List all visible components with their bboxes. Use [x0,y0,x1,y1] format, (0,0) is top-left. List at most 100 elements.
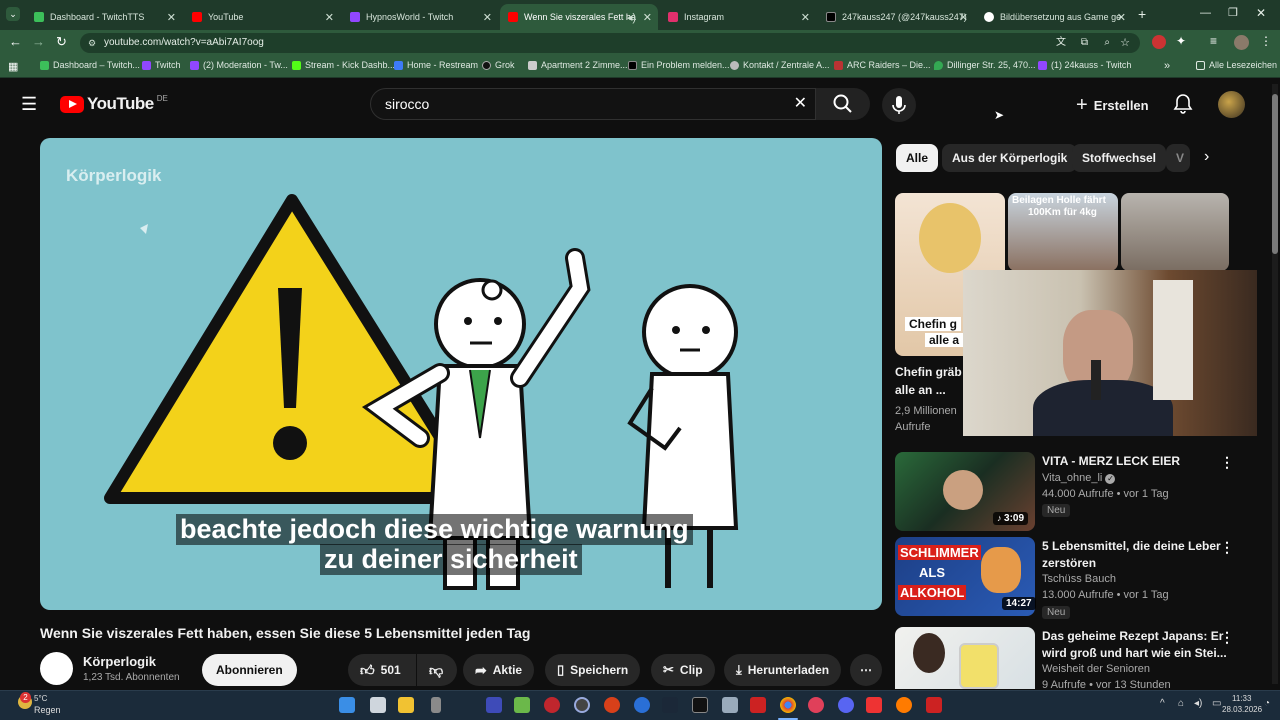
rec-title[interactable]: VITA - MERZ LECK EIER [1042,453,1180,469]
page-scrollbar[interactable] [1272,84,1278,684]
bookmark-item[interactable]: Home - Restream [394,60,478,70]
bookmark-item[interactable]: Apartment 2 Zimme... [528,60,628,70]
chip-aus-der-koerperlogik[interactable]: Aus der Körperlogik [942,144,1078,172]
tab-youtube[interactable]: YouTube ✕ [184,4,340,30]
mouse-app-icon[interactable] [431,697,441,713]
tab-close-icon[interactable]: ✕ [483,11,492,24]
create-button[interactable]: + Erstellen [1076,94,1149,117]
rec-title[interactable]: zerstören [1042,555,1096,571]
file-explorer-icon[interactable] [398,697,414,713]
volume-icon[interactable]: ◂) [1194,698,1202,709]
bookmark-item[interactable]: (1) 24kauss - Twitch [1038,60,1131,70]
account-avatar[interactable] [1218,91,1245,118]
chrome-icon[interactable] [780,697,796,713]
bookmark-star-icon[interactable]: ☆ [1120,33,1130,53]
rec-channel[interactable]: Vita_ohne_li ✓ [1042,472,1116,484]
chip-more[interactable]: V [1166,144,1190,172]
tab-instagram[interactable]: Instagram ✕ [660,4,816,30]
app-icon[interactable] [544,697,560,713]
app-icon[interactable] [750,697,766,713]
hamburger-menu-icon[interactable]: ☰ [21,94,37,115]
rec-title[interactable]: alle an ... [895,382,946,398]
rec-thumbnail[interactable] [1121,193,1229,271]
channel-name[interactable]: Körperlogik [83,654,156,669]
rec-thumbnail[interactable] [895,627,1035,689]
forward-arrow-icon[interactable]: → [32,34,45,49]
tab-tiktok[interactable]: 247kauss247 (@247kauss247) ✕ [818,4,974,30]
share-button[interactable]: ➦ Aktie [463,654,535,686]
notifications-bell-icon[interactable] [1172,92,1194,119]
steam-icon[interactable] [662,697,678,713]
close-window-icon[interactable]: ✕ [1256,6,1266,20]
reload-icon[interactable]: ↻ [56,34,67,50]
youtube-logo[interactable]: YouTube DE [60,94,168,114]
tab-close-icon[interactable]: ✕ [801,11,810,24]
rec-thumbnail[interactable]: Beilagen Holle fährt 100Km für 4kg [1008,193,1118,271]
restore-window-icon[interactable]: ❐ [1228,6,1238,19]
new-tab-plus-icon[interactable]: + [1138,6,1146,22]
tab-dashboard-twitchtts[interactable]: Dashboard - TwitchTTS ✕ [26,4,182,30]
bookmark-item[interactable]: ARC Raiders – Die... [834,60,931,70]
dislike-button[interactable]: 👎︎ [417,654,457,686]
app-icon[interactable] [926,697,942,713]
scrollbar-thumb[interactable] [1272,94,1278,254]
system-tray-chevron-icon[interactable]: ^ [1160,698,1165,709]
all-bookmarks-button[interactable]: Alle Lesezeichen [1196,60,1277,70]
firefox-icon[interactable] [896,697,912,713]
rec-menu-icon[interactable]: ⋮ [1220,539,1234,556]
task-view-icon[interactable] [370,697,386,713]
bookmark-item[interactable]: Twitch [142,60,181,70]
bookmark-item[interactable]: Grok [482,60,515,70]
tab-close-icon[interactable]: ✕ [1117,11,1126,24]
rec-channel[interactable]: Weisheit der Senioren [1042,663,1150,675]
search-input[interactable]: sirocco ✕ [370,88,816,120]
vpn-app-icon[interactable] [486,697,502,713]
tab-close-icon[interactable]: ✕ [959,11,968,24]
profile-avatar[interactable] [1234,35,1249,50]
app-icon[interactable] [866,697,882,713]
app-icon[interactable] [808,697,824,713]
network-icon[interactable]: ⌂ [1178,698,1184,709]
zoom-icon[interactable]: ⌕ [1104,33,1110,53]
epic-games-icon[interactable] [692,697,708,713]
chips-next-chevron-icon[interactable]: › [1204,148,1209,166]
subscribe-button[interactable]: Abonnieren [202,654,297,686]
bookmark-item[interactable]: Dashboard – Twitch... [40,60,140,70]
rec-title[interactable]: wird groß und hart wie ein Stei... [1042,645,1227,661]
install-app-icon[interactable]: ⧉ [1081,33,1088,53]
tab-hypnosworld-twitch[interactable]: HypnosWorld - Twitch ✕ [342,4,498,30]
voice-search-button[interactable] [882,88,916,122]
windows-start-icon[interactable] [339,697,355,713]
channel-avatar[interactable] [40,652,73,685]
video-player[interactable]: Körperlogik beachte jedoch diese wichtig… [40,138,882,610]
notifications-icon[interactable]: ◔ [1264,698,1270,709]
obs-icon[interactable] [574,697,590,713]
browser-menu-icon[interactable]: ⋮ [1260,34,1272,48]
app-icon[interactable] [634,697,650,713]
search-button[interactable] [816,88,870,120]
bookmark-item[interactable]: Ein Problem melden... [628,60,730,70]
more-actions-button[interactable]: ⋯ [850,654,882,686]
clock-time[interactable]: 11:33 [1232,694,1251,703]
media-controls-icon[interactable]: ≡ [1210,34,1217,48]
rec-menu-icon[interactable]: ⋮ [1220,629,1234,646]
tab-search-button[interactable]: ⌄ [6,7,20,21]
tab-close-icon[interactable]: ✕ [167,11,176,24]
rec-channel[interactable]: Tschüss Bauch [1042,573,1116,585]
chip-alle[interactable]: Alle [896,144,939,172]
back-arrow-icon[interactable]: ← [9,34,22,49]
minimize-window-icon[interactable]: — [1200,7,1211,19]
save-button[interactable]: ▯ Speichern [545,654,641,686]
tab-close-icon[interactable]: ✕ [325,11,334,24]
app-icon[interactable] [604,697,620,713]
tab-bilduebersetzung[interactable]: Bildübersetzung aus Game ge ✕ [976,4,1132,30]
bookmark-item[interactable]: Dillinger Str. 25, 470... [934,60,1036,70]
address-bar[interactable]: ⚙ youtube.com/watch?v=aAbi7AI7oog ☆ ⌕ ⧉ … [80,33,1140,53]
app-icon[interactable] [514,697,530,713]
download-button[interactable]: ⤓ Herunterladen [724,654,842,686]
discord-icon[interactable] [838,697,854,713]
rec-title[interactable]: Chefin gräb [895,364,962,380]
tab-close-icon[interactable]: ✕ [643,11,652,24]
rec-title[interactable]: 5 Lebensmittel, die deine Leber [1042,538,1221,554]
extensions-puzzle-icon[interactable]: ✦ [1176,34,1186,48]
